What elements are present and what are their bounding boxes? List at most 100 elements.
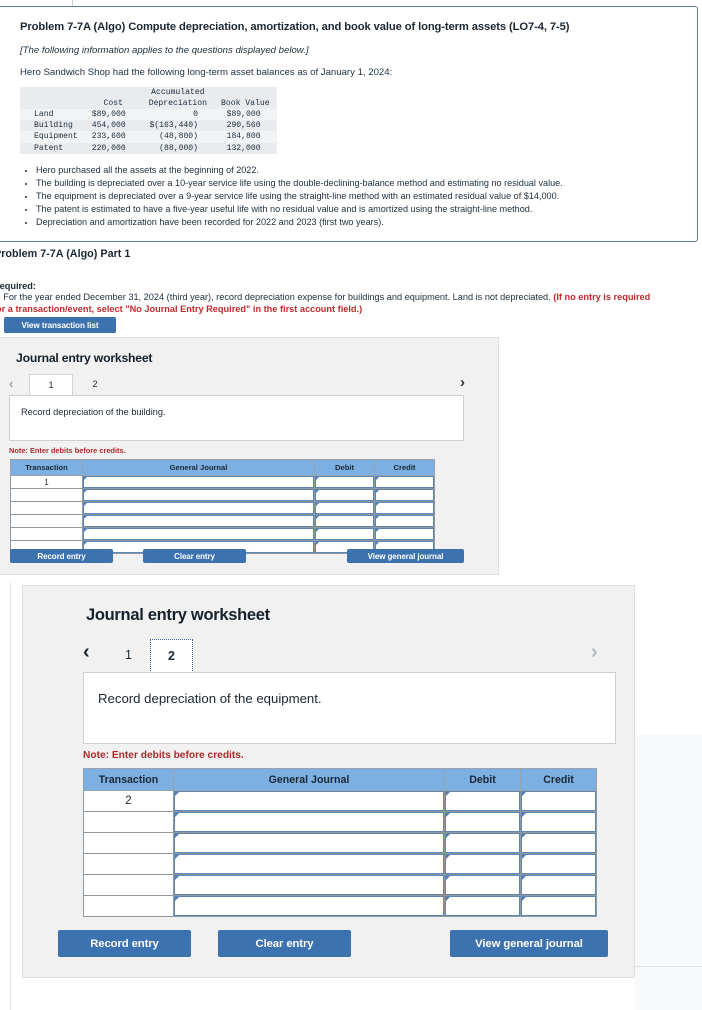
record-entry-button[interactable]: Record entry (58, 930, 191, 957)
view-general-journal-button[interactable]: View general journal (347, 549, 464, 563)
general-journal-select[interactable] (83, 489, 314, 501)
debit-input[interactable] (315, 489, 374, 501)
table-row: Patent 220,000 (88,000) 132,000 (20, 142, 277, 154)
chevron-left-icon[interactable]: ‹ (83, 641, 90, 664)
debit-input[interactable] (445, 791, 520, 811)
clear-entry-button[interactable]: Clear entry (218, 930, 351, 957)
tab-worksheet2-2[interactable]: 2 (150, 639, 193, 673)
cell-credit[interactable] (374, 488, 435, 502)
asset-balances-table: Accumulated Cost Depreciation Book Value… (20, 86, 277, 154)
debit-input[interactable] (315, 528, 374, 540)
cell-debit[interactable] (444, 874, 521, 896)
cell-general-journal[interactable] (173, 811, 445, 833)
cell-debit[interactable] (444, 790, 521, 812)
tab-worksheet1-2[interactable]: 2 (73, 374, 117, 396)
credit-input[interactable] (521, 896, 596, 916)
cell-general-journal[interactable] (173, 832, 445, 854)
cell-general-journal[interactable] (82, 475, 315, 489)
general-journal-select[interactable] (174, 854, 444, 874)
cell-credit[interactable] (374, 514, 435, 528)
table-row (10, 501, 435, 515)
worksheet-1-prompt: Record depreciation of the building. (9, 395, 464, 441)
col-debit: Debit (314, 459, 375, 476)
journal-entry-worksheet-1: Journal entry worksheet ‹ 1 2 › Record d… (0, 337, 499, 575)
cell-credit[interactable] (374, 501, 435, 515)
cell-transaction (10, 501, 83, 515)
general-journal-select[interactable] (83, 515, 314, 527)
cell-credit[interactable] (374, 527, 435, 541)
general-journal-select[interactable] (174, 791, 444, 811)
chevron-left-icon[interactable]: ‹ (9, 376, 13, 391)
table-row (10, 488, 435, 502)
debit-input[interactable] (315, 502, 374, 514)
cell-debit[interactable] (314, 527, 375, 541)
cell-debit[interactable] (314, 501, 375, 515)
debit-input[interactable] (315, 515, 374, 527)
bal-col-book-value: Book Value (214, 97, 277, 110)
table-row: 2 (83, 790, 597, 812)
cell-credit[interactable] (374, 475, 435, 489)
chevron-right-icon[interactable]: › (591, 641, 598, 664)
credit-input[interactable] (375, 515, 434, 527)
cell-debit[interactable] (444, 853, 521, 875)
chevron-right-icon[interactable]: › (460, 374, 465, 391)
cell-general-journal[interactable] (82, 527, 315, 541)
cell-general-journal[interactable] (173, 895, 445, 917)
general-journal-select[interactable] (174, 833, 444, 853)
cell-debit[interactable] (314, 514, 375, 528)
tab-worksheet1-1[interactable]: 1 (29, 374, 73, 396)
clear-entry-button[interactable]: Clear entry (143, 549, 246, 563)
view-transaction-list-button[interactable]: View transaction list (4, 317, 116, 333)
general-journal-select[interactable] (83, 502, 314, 514)
cell-debit[interactable] (314, 475, 375, 489)
worksheet-1-title: Journal entry worksheet (16, 351, 153, 365)
credit-input[interactable] (375, 476, 434, 488)
credit-input[interactable] (375, 489, 434, 501)
cell-credit[interactable] (520, 895, 597, 917)
credit-input[interactable] (521, 791, 596, 811)
cell-credit[interactable] (520, 853, 597, 875)
bal-row-cost: 454,000 (84, 120, 142, 132)
cell-general-journal[interactable] (82, 488, 315, 502)
cell-debit[interactable] (444, 895, 521, 917)
cell-credit[interactable] (520, 811, 597, 833)
list-item: The equipment is depreciated over a 9-ye… (36, 190, 681, 202)
cell-general-journal[interactable] (173, 790, 445, 812)
debit-input[interactable] (445, 854, 520, 874)
view-general-journal-button[interactable]: View general journal (450, 930, 608, 957)
table-row (83, 853, 597, 875)
credit-input[interactable] (375, 528, 434, 540)
cell-debit[interactable] (444, 832, 521, 854)
debit-input[interactable] (445, 833, 520, 853)
cell-debit[interactable] (314, 488, 375, 502)
record-entry-button[interactable]: Record entry (10, 549, 113, 563)
problem-bullet-list: Hero purchased all the assets at the beg… (20, 164, 681, 229)
cell-general-journal[interactable] (82, 501, 315, 515)
cell-credit[interactable] (520, 790, 597, 812)
bal-col-depreciation: Depreciation (141, 97, 215, 110)
general-journal-select[interactable] (174, 896, 444, 916)
credit-input[interactable] (521, 854, 596, 874)
credit-input[interactable] (521, 812, 596, 832)
debit-input[interactable] (445, 896, 520, 916)
debit-input[interactable] (315, 476, 374, 488)
cell-general-journal[interactable] (173, 853, 445, 875)
bal-head-accumulated: Accumulated (141, 86, 215, 98)
table-row (83, 874, 597, 896)
general-journal-select[interactable] (83, 476, 314, 488)
debit-input[interactable] (445, 875, 520, 895)
tab-worksheet2-1[interactable]: 1 (107, 639, 150, 673)
debit-input[interactable] (445, 812, 520, 832)
problem-title: Problem 7-7A (Algo) Compute depreciation… (20, 21, 570, 33)
credit-input[interactable] (521, 875, 596, 895)
credit-input[interactable] (521, 833, 596, 853)
general-journal-select[interactable] (83, 528, 314, 540)
credit-input[interactable] (375, 502, 434, 514)
cell-credit[interactable] (520, 874, 597, 896)
general-journal-select[interactable] (174, 812, 444, 832)
cell-general-journal[interactable] (82, 514, 315, 528)
cell-general-journal[interactable] (173, 874, 445, 896)
general-journal-select[interactable] (174, 875, 444, 895)
cell-credit[interactable] (520, 832, 597, 854)
cell-debit[interactable] (444, 811, 521, 833)
